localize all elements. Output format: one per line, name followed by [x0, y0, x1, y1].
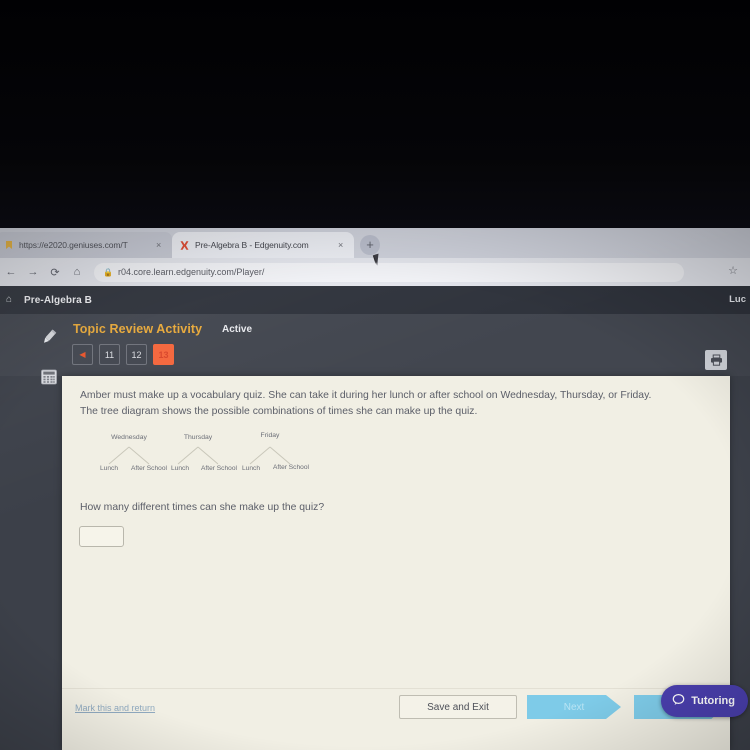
tree-parent-thursday: Thursday	[183, 434, 213, 442]
question-stem-line-1: Amber must make up a vocabulary quiz. Sh…	[80, 390, 652, 401]
tool-rail	[32, 314, 66, 750]
question-button-13[interactable]: 13	[153, 344, 174, 365]
bookmark-star-icon[interactable]: ☆	[728, 264, 738, 277]
mark-this-and-return-link[interactable]: Mark this and return	[75, 703, 155, 713]
calculator-icon[interactable]	[38, 366, 60, 388]
tree-parent-wednesday: Wednesday	[111, 434, 147, 442]
printer-icon[interactable]	[705, 350, 727, 370]
tree-child-friday-after-school: After School	[273, 464, 309, 472]
highlighter-pencil-icon[interactable]	[38, 326, 60, 348]
address-bar-url: r04.core.learn.edgenuity.com/Player/	[117, 267, 265, 277]
bookmark-icon	[3, 240, 14, 251]
browser-chrome: https://e2020.geniuses.com/T × Pre-Algeb…	[0, 228, 750, 286]
player-footer: Mark this and return Save and Exit Next	[62, 688, 730, 728]
monitor-screen: https://e2020.geniuses.com/T × Pre-Algeb…	[0, 228, 750, 750]
browser-tab-2[interactable]: Pre-Algebra B - Edgenuity.com ×	[172, 232, 354, 258]
question-body: Amber must make up a vocabulary quiz. Sh…	[80, 388, 712, 492]
tab-1-title: https://e2020.geniuses.com/T	[19, 240, 128, 250]
chat-bubble-icon	[672, 693, 685, 709]
save-and-exit-button[interactable]: Save and Exit	[399, 695, 517, 719]
back-button[interactable]: ←	[0, 261, 22, 283]
browser-tab-1[interactable]: https://e2020.geniuses.com/T ×	[0, 232, 172, 258]
question-button-12[interactable]: 12	[126, 344, 147, 365]
home-icon[interactable]: ⌂	[6, 294, 12, 305]
prev-question-button[interactable]: ◀	[72, 344, 93, 365]
tree-child-thursday-lunch: Lunch	[171, 465, 189, 473]
tab-2-close-icon[interactable]: ×	[338, 240, 347, 250]
edgenuity-x-icon	[179, 240, 190, 251]
tutoring-label: Tutoring	[691, 695, 735, 707]
user-name[interactable]: Luc	[729, 294, 746, 305]
home-button[interactable]: ⌂	[66, 261, 88, 283]
activity-status: Active	[222, 324, 253, 335]
new-tab-button[interactable]: +	[360, 235, 380, 255]
tree-child-friday-lunch: Lunch	[242, 465, 260, 473]
dark-bezel-top	[0, 0, 750, 228]
activity-bar: Topic Review Activity Active ◀ 11 12 13	[0, 314, 750, 376]
photo-of-screen: https://e2020.geniuses.com/T × Pre-Algeb…	[0, 0, 750, 750]
question-prompt: How many different times can she make up…	[80, 502, 325, 513]
tree-child-wednesday-lunch: Lunch	[100, 465, 118, 473]
tree-parent-friday: Friday	[260, 432, 280, 440]
tree-diagram-branches	[108, 446, 291, 465]
tab-1-close-icon[interactable]: ×	[156, 240, 165, 250]
activity-title: Topic Review Activity	[73, 322, 203, 336]
reload-button[interactable]: ⟳	[44, 261, 66, 283]
question-navigation: ◀ 11 12 13	[72, 344, 174, 365]
edgenuity-player: ⌂ Pre-Algebra B Luc Topic Review Activit…	[0, 286, 750, 750]
answer-input[interactable]	[79, 526, 124, 547]
next-button[interactable]: Next	[527, 695, 621, 719]
question-stem-line-2: The tree diagram shows the possible comb…	[80, 406, 478, 418]
tab-2-title: Pre-Algebra B - Edgenuity.com	[195, 240, 309, 250]
address-bar[interactable]: 🔒 r04.core.learn.edgenuity.com/Player/	[94, 262, 684, 282]
forward-button[interactable]: →	[22, 261, 44, 283]
tree-diagram: Wednesday Thursday Friday Lunch After Sc…	[85, 432, 345, 492]
tutoring-button[interactable]: Tutoring	[661, 685, 748, 717]
app-top-bar: ⌂ Pre-Algebra B Luc	[0, 286, 750, 314]
lock-icon: 🔒	[103, 267, 113, 277]
question-button-11[interactable]: 11	[99, 344, 120, 365]
course-name: Pre-Algebra B	[24, 294, 92, 306]
